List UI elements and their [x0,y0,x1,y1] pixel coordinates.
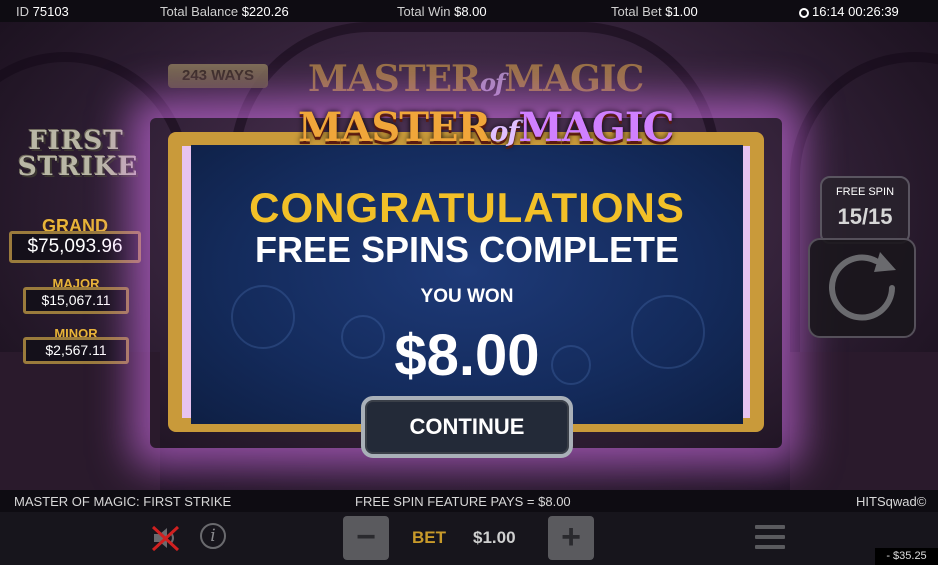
logo-back-word3: MAGIC [504,58,644,100]
you-won-label: YOU WON [420,286,514,307]
free-spin-count: 15/15 [837,204,893,229]
free-spin-label: FREE SPIN [835,186,895,198]
top-status-bar: ID 75103 Total Balance $220.26 Total Win… [0,0,938,22]
clock-time: 16:14 [812,4,845,19]
continue-button[interactable]: CONTINUE [361,396,573,458]
net-result-badge: - $35.25 [875,548,938,565]
game-logo: MASTERofMAGIC [298,104,674,151]
info-icon[interactable]: i [200,523,226,549]
grand-value: $75,093.96 [9,231,141,263]
info-bar: MASTER OF MAGIC: FIRST STRIKE FREE SPIN … [0,490,938,512]
minor-value: $2,567.11 [23,337,129,364]
total-bet-label: Total Bet [611,4,662,19]
total-bet: Total Bet $1.00 [611,4,698,19]
bet-label: BET [412,528,446,547]
bet-value: $1.00 [473,528,516,547]
feature-pays-text: FREE SPIN FEATURE PAYS = $8.00 [355,494,571,509]
bet-increase-button[interactable]: + [548,516,594,560]
game-logo-background: MASTERofMAGIC [308,58,644,100]
win-amount: $8.00 [394,323,540,388]
background-books-area [790,352,938,490]
logo-back-word2: of [479,68,505,97]
first-strike-line1: FIRST [28,126,124,156]
bet-decrease-button[interactable]: − [343,516,389,560]
logo-word2: of [489,115,520,148]
first-strike-line2: STRIKE [18,152,139,182]
brand-label: HITSqwad© [856,494,927,509]
total-balance-value: $220.26 [241,4,289,19]
control-bar [0,512,938,565]
spin-icon [829,252,896,321]
total-win-label: Total Win [397,4,451,19]
logo-word3: MAGIC [518,104,674,151]
ways-badge: 243 WAYS [168,64,268,88]
congratulations-title: CONGRATULATIONS [249,184,685,231]
player-id-value: 75103 [32,4,69,19]
menu-icon[interactable] [755,525,785,551]
total-win: Total Win $8.00 [397,4,487,19]
logo-word1: MASTER [298,104,491,151]
game-name: MASTER OF MAGIC: FIRST STRIKE [14,494,232,509]
player-id: ID 75103 [16,4,69,19]
total-win-value: $8.00 [454,4,487,19]
free-spin-counter: FREE SPIN 15/15 [820,176,910,244]
free-spins-complete-text: FREE SPINS COMPLETE [254,229,680,270]
player-id-label: ID [16,4,29,19]
total-balance-label: Total Balance [160,4,239,19]
spin-button[interactable] [808,238,916,338]
clock-icon [799,8,809,18]
first-strike-logo: FIRST STRIKE [18,126,139,182]
background-cauldron-area [0,352,160,490]
total-bet-value: $1.00 [665,4,698,19]
sound-toggle[interactable] [150,524,184,552]
logo-back-word1: MASTER [308,58,481,100]
clock: 16:14 00:26:39 [799,4,899,19]
session-timer: 00:26:39 [848,4,899,19]
sound-muted-icon [151,525,180,552]
total-balance: Total Balance $220.26 [160,4,289,19]
major-value: $15,067.11 [23,287,129,314]
